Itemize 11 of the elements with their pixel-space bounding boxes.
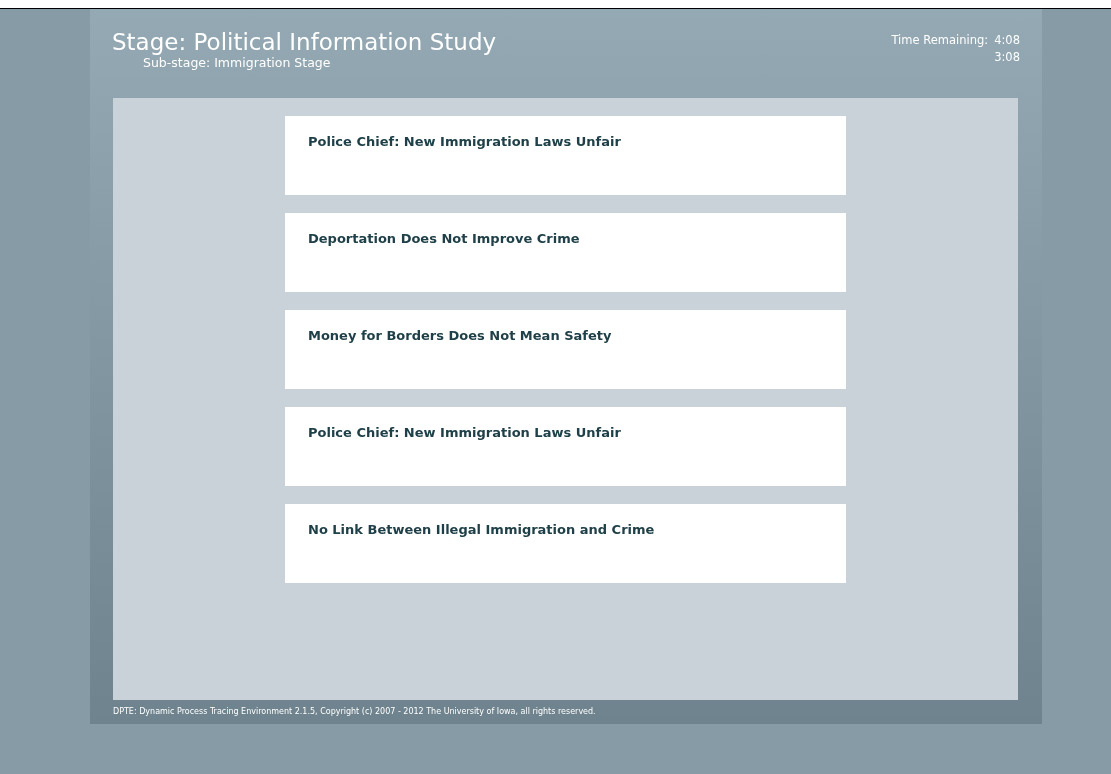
- substage-title: Sub-stage: Immigration Stage: [143, 55, 332, 71]
- copyright-text: DPTE: Dynamic Process Tracing Environment 2.1.5, Copyright (c) 2007 - 2012 The University of Iowa, all rights reserved.: [113, 706, 597, 716]
- headline-card[interactable]: Police Chief: New Immigration Laws Unfair: [285, 116, 846, 195]
- headline-card[interactable]: No Link Between Illegal Immigration and Crime: [285, 504, 846, 583]
- headline-card[interactable]: Money for Borders Does Not Mean Safety: [285, 310, 846, 389]
- headline-card[interactable]: Deportation Does Not Improve Crime: [285, 213, 846, 292]
- time-value: 3:08: [994, 50, 1020, 64]
- time-value: 4:08: [994, 33, 1020, 47]
- headline-card[interactable]: Police Chief: New Immigration Laws Unfair: [285, 407, 846, 486]
- stage-title: Stage: Political Information Study: [112, 29, 497, 55]
- time-label: Time Remaining:: [891, 33, 989, 47]
